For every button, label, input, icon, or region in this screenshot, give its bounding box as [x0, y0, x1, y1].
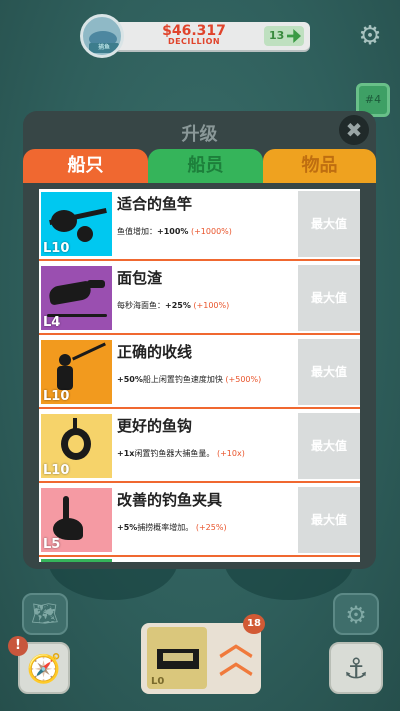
upgrade-count-badge: 18 — [243, 614, 265, 634]
level-label: L4 — [43, 315, 61, 330]
alert-badge: ! — [8, 636, 28, 656]
settings-gear-icon[interactable]: ⚙ — [356, 22, 384, 50]
upgrade-name: 正确的收线 — [117, 343, 193, 361]
upgrade-desc: +50%船上闲置钓鱼速度加快 (+500%) — [117, 375, 262, 384]
gems-count: 13 — [269, 29, 285, 42]
boat-icon: L0 — [147, 627, 207, 689]
upgrade-chevron-icon: ︿ ︿ — [219, 624, 253, 682]
max-button[interactable]: 最大值 — [298, 191, 360, 257]
fish-hook-icon: L10 — [41, 414, 112, 478]
money-unit: DECILLION — [167, 37, 221, 46]
tab-boat[interactable]: 船只 — [23, 149, 148, 183]
level-label: L10 — [43, 389, 70, 404]
upgrade-name: 面包渣 — [117, 269, 163, 287]
gear-icon[interactable]: ⚙ — [333, 593, 379, 635]
max-button[interactable]: 最大值 — [298, 265, 360, 331]
gems-button[interactable]: 13 — [264, 26, 304, 46]
upgrade-name: 更好的鱼钩 — [117, 417, 193, 435]
currency-bar: $46.317 DECILLION 13 捕鱼 — [80, 14, 312, 58]
money-pill: $46.317 DECILLION 13 — [114, 22, 310, 50]
upgrade-row: L5 改善的钓鱼夹具 +5%捕捞概率增加。 (+25%) 最大值 — [39, 485, 360, 557]
max-button[interactable]: 最大值 — [298, 413, 360, 479]
upgrade-row: L4 面包渣 每秒海面鱼：+25% (+100%) 最大值 — [39, 263, 360, 335]
plus-arrow-icon — [287, 29, 301, 43]
close-button[interactable]: ✖ — [339, 115, 369, 145]
avatar-tag: 捕鱼 — [89, 43, 119, 53]
upgrade-row: L10 更好的鱼钩 +1x闲置钓鱼器大捕鱼量。 (+10x) 最大值 — [39, 411, 360, 483]
level-label: L10 — [43, 241, 70, 256]
anchor-icon[interactable]: ⚓ — [329, 642, 383, 694]
boat-upgrade-card[interactable]: L0 ︿ ︿ — [141, 623, 261, 694]
tab-items[interactable]: 物品 — [263, 149, 376, 183]
modal-title: 升级 — [181, 124, 218, 145]
fisherman-reel-icon: L10 — [41, 340, 112, 404]
upgrade-row: L10 适合的鱼竿 鱼值增加：+100% (+1000%) 最大值 — [39, 189, 360, 261]
max-button[interactable]: 最大值 — [298, 339, 360, 405]
upgrade-desc: 每秒海面鱼：+25% (+100%) — [117, 301, 230, 310]
max-button[interactable]: 最大值 — [298, 487, 360, 553]
tab-crew[interactable]: 船员 — [148, 149, 263, 183]
fishing-tackle-icon: L5 — [41, 488, 112, 552]
next-row-peek — [41, 559, 112, 562]
upgrade-row: L10 正确的收线 +50%船上闲置钓鱼速度加快 (+500%) 最大值 — [39, 337, 360, 409]
fishing-rod-icon: L10 — [41, 192, 112, 256]
bread-crumbs-icon: L4 — [41, 266, 112, 330]
upgrade-desc: +1x闲置钓鱼器大捕鱼量。 (+10x) — [117, 449, 245, 458]
player-avatar[interactable]: 捕鱼 — [80, 14, 124, 58]
upgrade-desc: 鱼值增加：+100% (+1000%) — [117, 227, 232, 236]
upgrade-modal: 升级 ✖ 船只 船员 物品 L10 适合的鱼竿 鱼值增加：+100% (+100… — [23, 111, 376, 569]
upgrade-name: 适合的鱼竿 — [117, 195, 193, 213]
boat-level: L0 — [151, 676, 165, 687]
upgrade-list[interactable]: L10 适合的鱼竿 鱼值增加：+100% (+1000%) 最大值 L4 面包渣… — [39, 189, 360, 562]
upgrade-desc: +5%捕捞概率增加。 (+25%) — [117, 523, 227, 532]
level-label: L10 — [43, 463, 70, 478]
map-icon[interactable]: 🗺 — [22, 593, 68, 635]
upgrade-name: 改善的钓鱼夹具 — [117, 491, 223, 509]
level-label: L5 — [43, 537, 61, 552]
